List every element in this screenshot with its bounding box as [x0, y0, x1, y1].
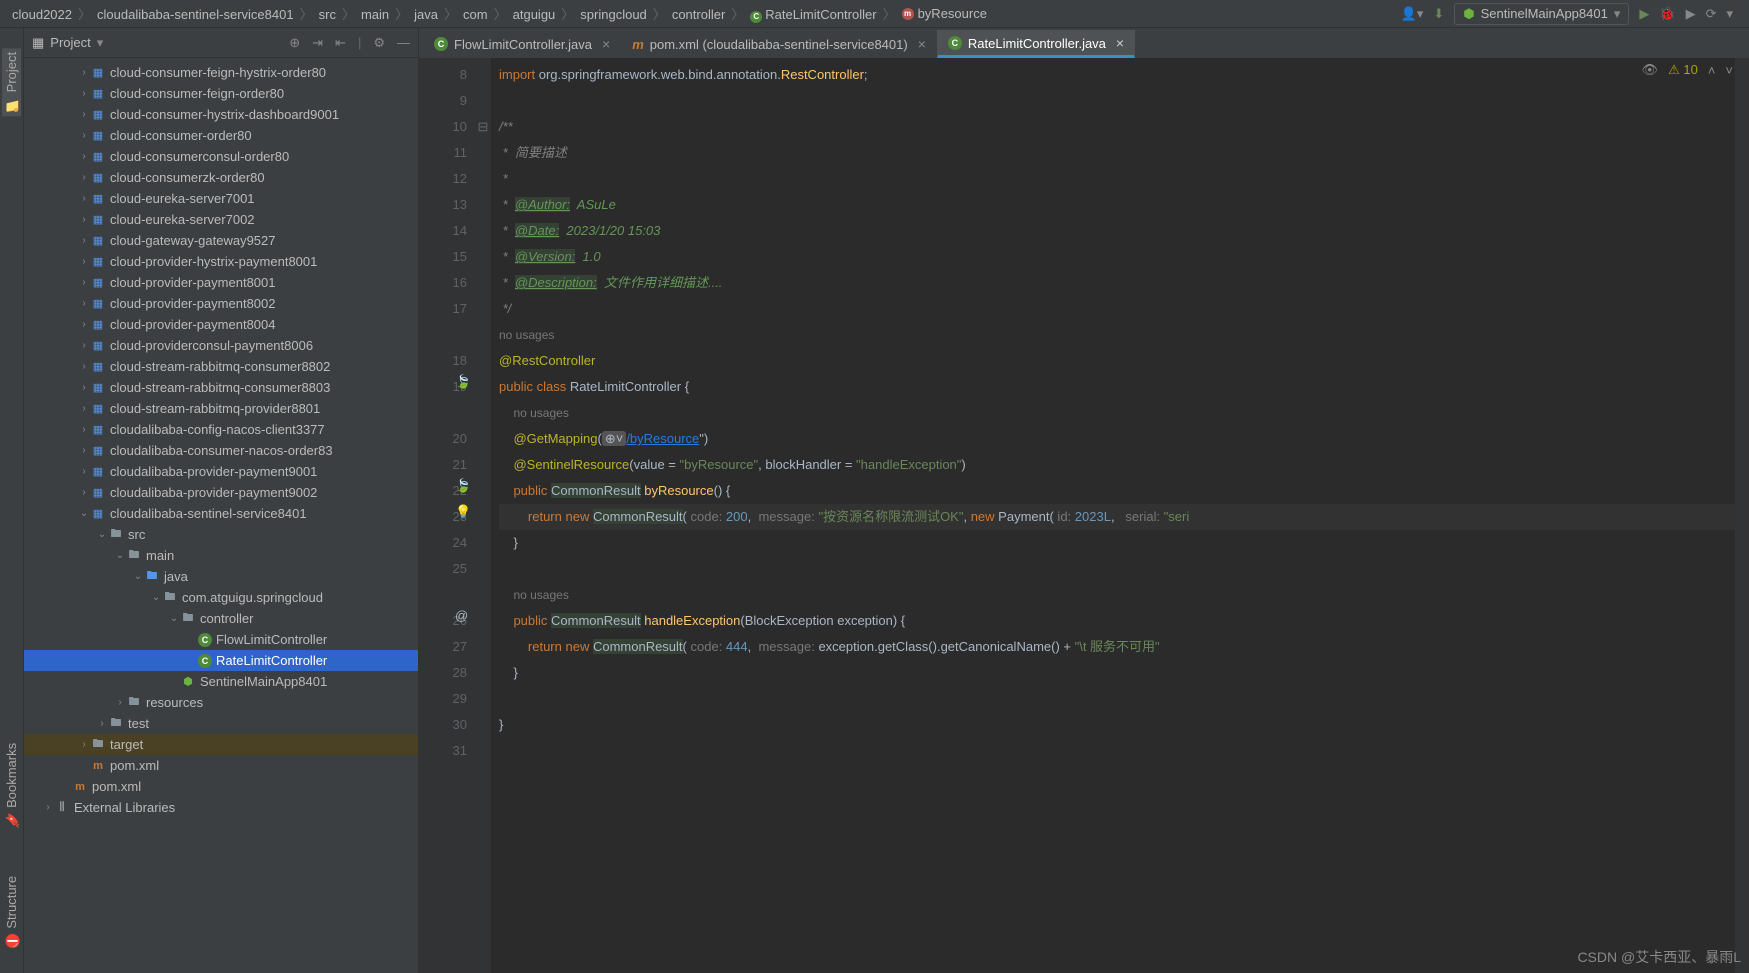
- project-tree[interactable]: ›▦cloud-consumer-feign-hystrix-order80›▦…: [24, 58, 418, 973]
- breadcrumb-item[interactable]: src: [315, 7, 340, 22]
- tree-item[interactable]: ›▦cloud-gateway-gateway9527: [24, 230, 418, 251]
- marker-strip: [1735, 58, 1749, 973]
- tree-item[interactable]: ⌄▦cloudalibaba-sentinel-service8401: [24, 503, 418, 524]
- panel-title: Project: [50, 35, 90, 50]
- tree-item[interactable]: ›🖿resources: [24, 692, 418, 713]
- tree-item[interactable]: ⌄🖿src: [24, 524, 418, 545]
- editor-tab[interactable]: mpom.xml (cloudalibaba-sentinel-service8…: [621, 30, 937, 58]
- breadcrumb-item[interactable]: springcloud: [576, 7, 651, 22]
- collapse-all-icon[interactable]: ⇤: [335, 35, 346, 51]
- run-icon[interactable]: ▶: [1639, 6, 1649, 22]
- tree-item[interactable]: mpom.xml: [24, 776, 418, 797]
- tree-item[interactable]: ›▦cloud-consumer-hystrix-dashboard9001: [24, 104, 418, 125]
- tree-item[interactable]: ›▦cloudalibaba-provider-payment9002: [24, 482, 418, 503]
- tree-item[interactable]: ›▦cloud-consumer-feign-hystrix-order80: [24, 62, 418, 83]
- reader-mode-icon[interactable]: 👁: [1642, 62, 1659, 78]
- settings-icon[interactable]: ⚙: [373, 35, 385, 51]
- tree-item[interactable]: ›▦cloud-provider-payment8002: [24, 293, 418, 314]
- tree-item[interactable]: ›▦cloud-eureka-server7002: [24, 209, 418, 230]
- warning-indicator[interactable]: ⚠ 10: [1668, 62, 1698, 78]
- tree-item[interactable]: ⌄🖿java: [24, 566, 418, 587]
- tree-item[interactable]: ›▦cloud-consumerzk-order80: [24, 167, 418, 188]
- breadcrumb-item[interactable]: controller: [668, 7, 729, 22]
- attach-icon[interactable]: ⟳: [1706, 6, 1717, 22]
- breadcrumb-item[interactable]: com: [459, 7, 492, 22]
- tree-item[interactable]: mpom.xml: [24, 755, 418, 776]
- run-with-icon[interactable]: ▶: [1686, 6, 1696, 22]
- tree-item[interactable]: ›▦cloud-consumerconsul-order80: [24, 146, 418, 167]
- minimize-icon[interactable]: —: [397, 35, 410, 51]
- editor-tab[interactable]: CRateLimitController.java×: [937, 30, 1135, 58]
- breadcrumb-bar: cloud2022〉cloudalibaba-sentinel-service8…: [0, 0, 1749, 28]
- tree-item[interactable]: ›▦cloud-eureka-server7001: [24, 188, 418, 209]
- breadcrumb-item[interactable]: atguigu: [509, 7, 560, 22]
- more-icon[interactable]: ▾: [1726, 6, 1733, 22]
- project-panel: ▦Project▾ ⊕ ⇥ ⇤ | ⚙ — ›▦cloud-consumer-f…: [24, 28, 419, 973]
- code-editor[interactable]: 8910111213141516171819202122232425262728…: [419, 58, 1749, 973]
- breadcrumb-item[interactable]: cloudalibaba-sentinel-service8401: [93, 7, 298, 22]
- tree-item[interactable]: ›▦cloud-stream-rabbitmq-consumer8802: [24, 356, 418, 377]
- tree-item[interactable]: CFlowLimitController: [24, 629, 418, 650]
- tool-tab-bookmarks[interactable]: 🔖Bookmarks: [2, 739, 21, 832]
- tree-item[interactable]: ⌄🖿main: [24, 545, 418, 566]
- tool-tab-project[interactable]: 📁Project: [2, 48, 21, 116]
- tree-item[interactable]: ›▦cloudalibaba-provider-payment9001: [24, 461, 418, 482]
- breadcrumb-item[interactable]: main: [357, 7, 393, 22]
- tree-item[interactable]: ⌄🖿com.atguigu.springcloud: [24, 587, 418, 608]
- breadcrumb-item[interactable]: cloud2022: [8, 7, 76, 22]
- expand-all-icon[interactable]: ⇥: [312, 35, 323, 51]
- tree-item[interactable]: ›▦cloud-provider-hystrix-payment8001: [24, 251, 418, 272]
- tree-item[interactable]: ›▦cloud-stream-rabbitmq-provider8801: [24, 398, 418, 419]
- build-icon[interactable]: ⬇: [1433, 6, 1444, 22]
- run-config-selector[interactable]: ⬢SentinelMainApp8401▾: [1454, 3, 1629, 25]
- nav-down-icon[interactable]: ˅: [1725, 63, 1733, 78]
- tree-item[interactable]: ›▦cloud-providerconsul-payment8006: [24, 335, 418, 356]
- debug-icon[interactable]: 🐞: [1659, 6, 1675, 22]
- editor-tab[interactable]: CFlowLimitController.java×: [423, 30, 621, 58]
- tree-item[interactable]: ›🖿test: [24, 713, 418, 734]
- tree-item[interactable]: CRateLimitController: [24, 650, 418, 671]
- watermark: CSDN @艾卡西亚、暴雨L: [1577, 947, 1741, 967]
- nav-up-icon[interactable]: ˄: [1708, 63, 1716, 78]
- tree-item[interactable]: ›▦cloudalibaba-config-nacos-client3377: [24, 419, 418, 440]
- breadcrumb-item[interactable]: java: [410, 7, 442, 22]
- tree-item[interactable]: ›▦cloud-stream-rabbitmq-consumer8803: [24, 377, 418, 398]
- tree-item[interactable]: ›▦cloudalibaba-consumer-nacos-order83: [24, 440, 418, 461]
- editor-tabs: CFlowLimitController.java×mpom.xml (clou…: [419, 28, 1749, 58]
- tool-tab-structure[interactable]: ⛔Structure: [2, 872, 21, 953]
- tree-item[interactable]: ›▦cloud-provider-payment8001: [24, 272, 418, 293]
- project-icon: ▦: [32, 35, 44, 51]
- breadcrumb-item[interactable]: CRateLimitController: [746, 7, 880, 22]
- user-icon[interactable]: 👤▾: [1401, 6, 1424, 22]
- select-opened-icon[interactable]: ⊕: [289, 35, 300, 51]
- left-tool-strip: 📁Project 🔖Bookmarks ⛔Structure: [0, 28, 24, 973]
- tree-item[interactable]: ›▦cloud-consumer-feign-order80: [24, 83, 418, 104]
- tree-item[interactable]: ›▦cloud-provider-payment8004: [24, 314, 418, 335]
- tree-item[interactable]: ⬢SentinelMainApp8401: [24, 671, 418, 692]
- tree-item[interactable]: ›▦cloud-consumer-order80: [24, 125, 418, 146]
- tree-item[interactable]: ›🖿target: [24, 734, 418, 755]
- tree-item[interactable]: ⌄🖿controller: [24, 608, 418, 629]
- tree-item[interactable]: ›⫼External Libraries: [24, 797, 418, 818]
